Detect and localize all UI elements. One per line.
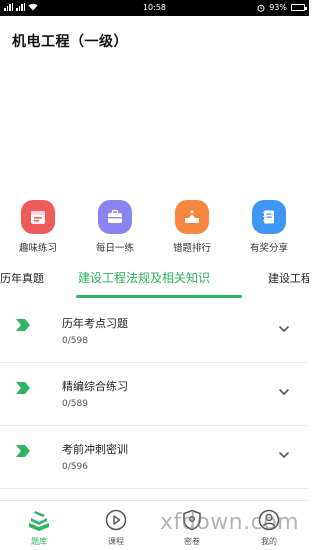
flag-icon	[16, 319, 30, 331]
watermark: xfdown.com	[160, 510, 300, 535]
book-stack-icon	[29, 511, 49, 531]
notebook-icon	[252, 200, 286, 234]
item-count: 0/589	[62, 399, 88, 409]
item-name: 考前冲刺密训	[62, 443, 128, 456]
battery-percent: 93%	[269, 3, 287, 12]
status-icons-right: 93%	[257, 3, 307, 12]
item-count: 0/598	[62, 336, 88, 346]
item-count: 0/596	[62, 462, 88, 472]
feature-fun-practice[interactable]: 趣味练习	[3, 200, 73, 254]
nav-label: 密卷	[184, 537, 200, 546]
feature-label: 趣味练习	[18, 243, 57, 254]
podium-icon	[175, 200, 209, 234]
alarm-icon	[257, 4, 265, 12]
item-name: 历年考点习题	[62, 317, 128, 330]
feature-shortcuts: 趣味练习 每日一练 错题排行 有奖分享	[0, 200, 309, 260]
calendar-icon	[21, 200, 55, 234]
tab-past-exams[interactable]: 历年真题	[0, 270, 44, 286]
chevron-down-icon[interactable]	[277, 385, 291, 399]
list-item[interactable]: 考前冲刺密训 0/596	[0, 426, 309, 489]
flag-icon	[16, 382, 30, 394]
chevron-down-icon[interactable]	[277, 322, 291, 336]
nav-label: 课程	[108, 537, 124, 546]
nav-courses[interactable]: 课程	[86, 509, 146, 547]
nav-question-bank[interactable]: 题库	[9, 509, 69, 547]
status-bar: 10:58 93%	[0, 0, 309, 16]
list-item[interactable]: 历年考点习题 0/598	[0, 300, 309, 363]
feature-label: 每日一练	[95, 243, 134, 254]
battery-icon	[291, 4, 307, 11]
feature-reward-share[interactable]: 有奖分享	[234, 200, 304, 254]
nav-label: 题库	[31, 537, 47, 546]
tab-construction-more[interactable]: 建设工程	[268, 270, 309, 286]
play-circle-icon	[105, 509, 127, 531]
feature-wrong-ranking[interactable]: 错题排行	[157, 200, 227, 254]
feature-daily-practice[interactable]: 每日一练	[80, 200, 150, 254]
chevron-down-icon[interactable]	[277, 448, 291, 462]
active-tab-indicator	[76, 295, 242, 298]
list-item[interactable]: 精编综合练习 0/589	[0, 363, 309, 426]
tab-construction-law[interactable]: 建设工程法规及相关知识	[78, 269, 210, 286]
item-name: 精编综合练习	[62, 380, 128, 393]
briefcase-icon	[98, 200, 132, 234]
nav-label: 我的	[261, 537, 277, 546]
page-title[interactable]: 机电工程（一级）	[12, 31, 128, 51]
flag-icon	[16, 445, 30, 457]
exercise-list: 历年考点习题 0/598 精编综合练习 0/589 考前冲刺密训 0/596	[0, 300, 309, 489]
subject-tabs: 历年真题 建设工程法规及相关知识 建设工程	[0, 264, 309, 298]
feature-label: 有奖分享	[249, 243, 288, 254]
feature-label: 错题排行	[172, 243, 211, 254]
